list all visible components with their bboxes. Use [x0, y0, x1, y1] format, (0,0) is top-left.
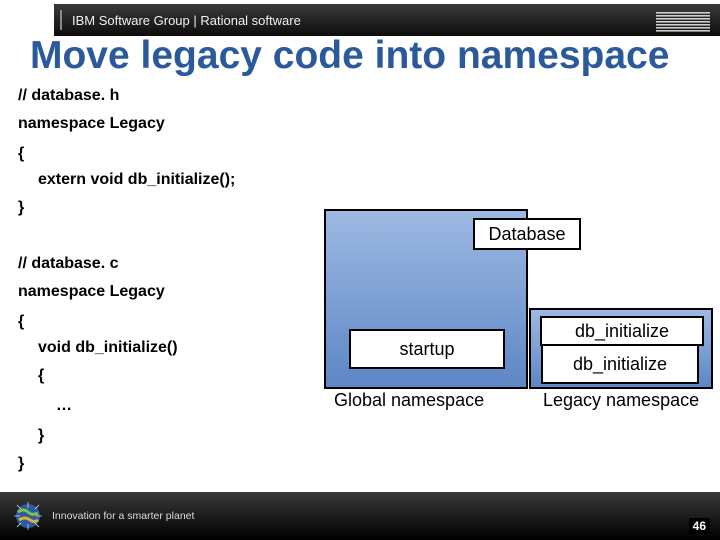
class-startup: startup	[349, 329, 505, 369]
code-line-11: …	[56, 398, 72, 414]
footer-bar: Innovation for a smarter planet	[0, 492, 720, 540]
label-legacy-namespace: Legacy namespace	[543, 390, 699, 411]
slide: IBM Software Group | Rational software	[0, 0, 720, 540]
code-line-7: namespace Legacy	[18, 284, 165, 300]
code-line-12: }	[38, 428, 44, 444]
code-line-8: {	[18, 314, 24, 330]
label-global-namespace: Global namespace	[334, 390, 484, 411]
package-global-tab: Database	[473, 218, 581, 250]
page-number: 46	[689, 518, 710, 534]
class-db-initialize: db_initialize	[541, 344, 699, 384]
code-line-3: {	[18, 146, 24, 162]
code-line-9: void db_initialize()	[38, 340, 178, 356]
slide-title: Move legacy code into namespace	[30, 34, 710, 78]
header-divider	[60, 10, 62, 30]
footer-tagline: Innovation for a smarter planet	[52, 510, 194, 522]
code-line-13: }	[18, 456, 24, 472]
header-bar: IBM Software Group | Rational software	[54, 4, 720, 36]
globe-icon	[14, 502, 42, 530]
code-line-4: extern void db_initialize();	[38, 172, 235, 188]
code-line-1: // database. h	[18, 88, 119, 104]
header-text: IBM Software Group | Rational software	[72, 13, 301, 28]
code-line-10: {	[38, 368, 44, 384]
code-line-2: namespace Legacy	[18, 116, 165, 132]
code-line-5: }	[18, 200, 24, 216]
code-line-6: // database. c	[18, 256, 119, 272]
package-legacy-tab: db_initialize	[540, 316, 704, 346]
